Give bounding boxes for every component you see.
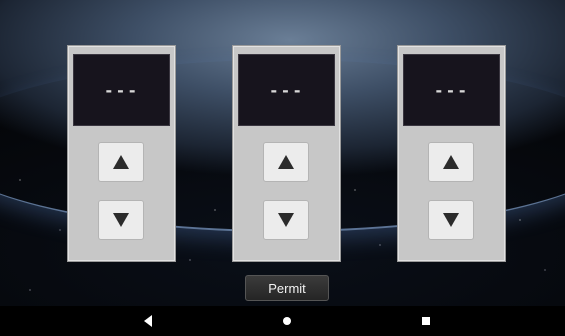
increment-button-1[interactable] [98, 142, 144, 182]
decrement-button-3[interactable] [428, 200, 474, 240]
android-navigation-bar [0, 306, 565, 336]
back-triangle-icon[interactable] [144, 315, 152, 327]
arrow-up-icon [113, 155, 129, 169]
permit-button[interactable]: Permit [245, 275, 329, 301]
arrow-down-icon [443, 213, 459, 227]
arrow-up-icon [443, 155, 459, 169]
selector-panel-3: --- [397, 45, 506, 262]
arrow-down-icon [113, 213, 129, 227]
home-circle-icon[interactable] [283, 317, 291, 325]
selector-panel-1: --- [67, 45, 176, 262]
arrow-up-icon [278, 155, 294, 169]
value-display-1: --- [73, 54, 170, 126]
decrement-button-2[interactable] [263, 200, 309, 240]
selector-panel-2: --- [232, 45, 341, 262]
decrement-button-1[interactable] [98, 200, 144, 240]
increment-button-2[interactable] [263, 142, 309, 182]
value-display-2: --- [238, 54, 335, 126]
recents-square-icon[interactable] [422, 317, 430, 325]
arrow-down-icon [278, 213, 294, 227]
value-display-3: --- [403, 54, 500, 126]
increment-button-3[interactable] [428, 142, 474, 182]
